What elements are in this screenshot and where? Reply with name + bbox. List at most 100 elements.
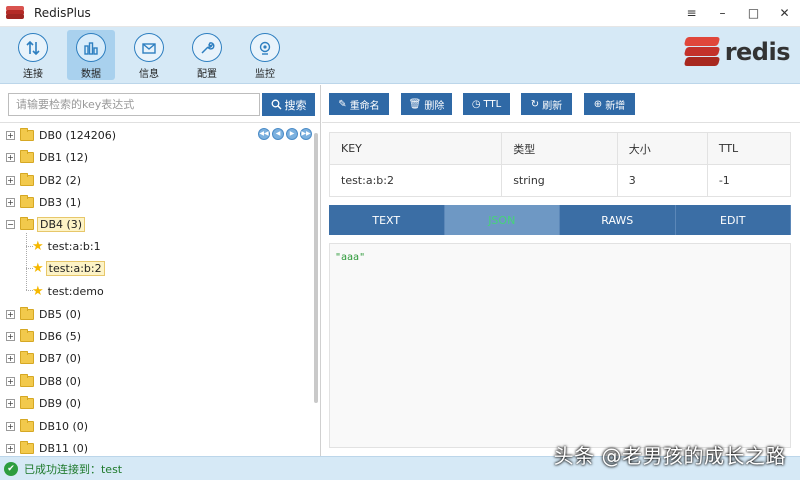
delete-label: 删除 bbox=[424, 100, 445, 112]
search-button-label: 搜索 bbox=[284, 98, 307, 112]
add-button[interactable]: ⊕ 新增 bbox=[584, 93, 635, 115]
expand-icon[interactable]: + bbox=[6, 421, 15, 431]
db-tree: ◀◀ ◀ ▶ ▶▶ + DB0 (124206) + DB1 (12) + DB… bbox=[0, 122, 320, 456]
tree-key-test-a-b-1[interactable]: ★ test:a:b:1 bbox=[32, 237, 103, 255]
menu-icon[interactable]: ≡ bbox=[676, 0, 707, 27]
tree-node-label: DB8 (0) bbox=[39, 374, 82, 388]
key-info-table: KEY 类型 大小 TTL test:a:b:2 string 3 -1 bbox=[328, 132, 792, 197]
key-detail-panel: ✎ 重命名 🗑 删除 ◷ TTL ↻ 刷新 ⊕ 新增 KEY 类型 大小 TTL test… bbox=[322, 85, 800, 456]
expand-icon[interactable]: + bbox=[6, 152, 15, 162]
tree-node-db1[interactable]: + DB1 (12) bbox=[0, 148, 90, 166]
tab-text[interactable]: TEXT bbox=[329, 205, 445, 235]
last-page-icon[interactable]: ▶▶ bbox=[300, 128, 312, 140]
tool-config[interactable]: 配置 bbox=[183, 30, 231, 80]
cell-ttl: -1 bbox=[706, 164, 792, 197]
title-bar: RedisPlus ≡ – □ ✕ bbox=[0, 0, 800, 27]
main-toolbar: 连接 数据 信息 配置 监控 redis bbox=[0, 27, 800, 84]
next-page-icon[interactable]: ▶ bbox=[286, 128, 298, 140]
tree-key-label: test:a:b:2 bbox=[45, 260, 105, 276]
swap-arrows-icon bbox=[18, 33, 48, 62]
redis-brand: redis bbox=[683, 37, 791, 67]
tree-node-label: DB4 (3) bbox=[37, 216, 86, 232]
tree-key-label: test:demo bbox=[47, 284, 104, 298]
tool-connect[interactable]: 连接 bbox=[9, 30, 57, 80]
check-circle-icon: ✔ bbox=[4, 461, 18, 476]
tool-monitor[interactable]: 监控 bbox=[241, 30, 289, 80]
folder-icon bbox=[20, 194, 34, 208]
tree-node-label: DB5 (0) bbox=[39, 307, 82, 321]
expand-icon[interactable]: + bbox=[6, 443, 15, 453]
rename-button[interactable]: ✎ 重命名 bbox=[329, 93, 389, 115]
tree-node-db7[interactable]: + DB7 (0) bbox=[0, 349, 83, 367]
tree-node-label: DB2 (2) bbox=[39, 173, 82, 187]
tree-scrollbar[interactable] bbox=[314, 133, 318, 403]
tool-data-label: 数据 bbox=[81, 69, 101, 80]
tree-node-db10[interactable]: + DB10 (0) bbox=[0, 417, 90, 435]
expand-icon[interactable]: + bbox=[6, 309, 15, 319]
maximize-icon[interactable]: □ bbox=[738, 0, 769, 27]
tool-data[interactable]: 数据 bbox=[67, 30, 115, 80]
search-button[interactable]: 搜索 bbox=[262, 93, 315, 116]
expand-icon[interactable]: + bbox=[6, 197, 15, 207]
bar-chart-icon bbox=[76, 33, 106, 62]
tree-node-db11[interactable]: + DB11 (0) bbox=[0, 439, 90, 456]
col-ttl: TTL bbox=[706, 132, 792, 165]
search-icon bbox=[271, 99, 281, 110]
wrench-icon bbox=[192, 33, 222, 62]
tree-key-test-a-b-2[interactable]: ★ test:a:b:2 bbox=[32, 259, 105, 277]
expand-icon[interactable]: + bbox=[6, 376, 15, 386]
expand-icon[interactable]: + bbox=[6, 331, 15, 341]
minimize-icon[interactable]: – bbox=[707, 0, 738, 27]
tool-info[interactable]: 信息 bbox=[125, 30, 173, 80]
folder-icon bbox=[20, 306, 34, 320]
folder-icon bbox=[20, 149, 34, 163]
tree-node-label: DB1 (12) bbox=[39, 150, 89, 164]
tree-node-db8[interactable]: + DB8 (0) bbox=[0, 372, 83, 390]
tab-json[interactable]: JSON bbox=[444, 205, 560, 235]
expand-icon[interactable]: + bbox=[6, 398, 15, 408]
folder-icon bbox=[20, 350, 34, 364]
close-icon[interactable]: ✕ bbox=[769, 0, 800, 27]
expand-icon[interactable]: + bbox=[6, 353, 15, 363]
tab-raws[interactable]: RAWS bbox=[560, 205, 676, 235]
folder-icon bbox=[20, 418, 34, 432]
value-viewer[interactable]: "aaa" bbox=[329, 243, 791, 448]
ttl-button[interactable]: ◷ TTL bbox=[463, 93, 510, 115]
tree-node-db9[interactable]: + DB9 (0) bbox=[0, 394, 83, 412]
clock-icon: ◷ bbox=[471, 98, 481, 110]
tree-node-db0[interactable]: + DB0 (124206) bbox=[0, 126, 118, 144]
pager: ◀◀ ◀ ▶ ▶▶ bbox=[258, 128, 312, 140]
first-page-icon[interactable]: ◀◀ bbox=[258, 128, 270, 140]
ttl-label: TTL bbox=[483, 98, 502, 110]
rename-label: 重命名 bbox=[349, 100, 380, 112]
redis-logo-icon bbox=[6, 6, 24, 20]
tab-edit[interactable]: EDIT bbox=[675, 205, 791, 235]
expand-icon[interactable]: + bbox=[6, 175, 15, 185]
tree-node-label: DB6 (5) bbox=[39, 329, 82, 343]
refresh-button[interactable]: ↻ 刷新 bbox=[521, 93, 572, 115]
folder-icon bbox=[20, 395, 34, 409]
search-input[interactable] bbox=[8, 93, 260, 116]
collapse-icon[interactable]: − bbox=[6, 219, 15, 229]
expand-icon[interactable]: + bbox=[6, 130, 15, 140]
folder-icon bbox=[20, 328, 34, 342]
folder-icon bbox=[20, 172, 34, 186]
tree-node-db5[interactable]: + DB5 (0) bbox=[0, 305, 83, 323]
star-icon: ★ bbox=[32, 283, 44, 299]
search-row: 搜索 bbox=[8, 93, 315, 116]
status-text: 已成功连接到：test bbox=[24, 462, 123, 476]
tree-node-db6[interactable]: + DB6 (5) bbox=[0, 327, 83, 345]
tree-node-db2[interactable]: + DB2 (2) bbox=[0, 171, 83, 189]
tree-node-db4[interactable]: − DB4 (3) bbox=[0, 215, 86, 233]
delete-button[interactable]: 🗑 删除 bbox=[401, 93, 452, 115]
refresh-label: 刷新 bbox=[542, 100, 563, 112]
tree-node-db3[interactable]: + DB3 (1) bbox=[0, 193, 83, 211]
cell-key: test:a:b:2 bbox=[328, 164, 503, 197]
key-tree-panel: 搜索 ◀◀ ◀ ▶ ▶▶ + DB0 (124206) + DB1 (12) +… bbox=[0, 85, 321, 456]
tool-monitor-label: 监控 bbox=[255, 69, 275, 80]
tree-key-test-demo[interactable]: ★ test:demo bbox=[32, 282, 106, 300]
tool-connect-label: 连接 bbox=[23, 69, 43, 80]
col-type: 类型 bbox=[501, 132, 618, 165]
redis-brand-icon bbox=[683, 37, 720, 67]
prev-page-icon[interactable]: ◀ bbox=[272, 128, 284, 140]
